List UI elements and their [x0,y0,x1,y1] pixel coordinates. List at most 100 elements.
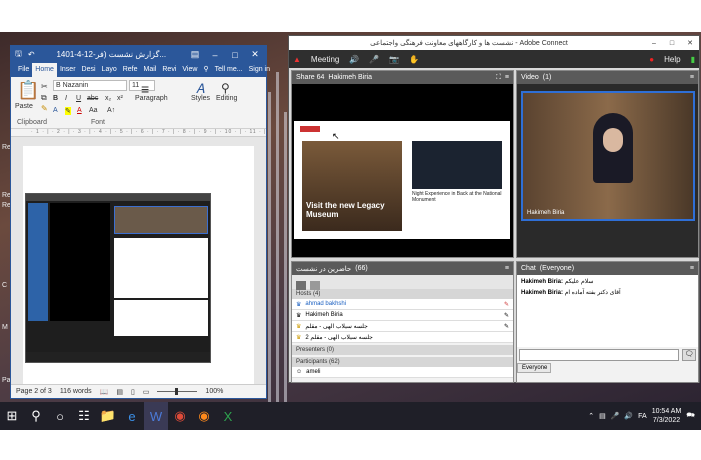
highlight-icon[interactable]: ✎ [65,107,71,115]
word-taskbar-icon[interactable]: W [144,402,168,430]
tab-design[interactable]: Desi [79,63,99,77]
shared-page-caption: Night Experience in Back at the National… [412,191,502,203]
maximize-button[interactable]: □ [663,40,681,47]
tell-me-box[interactable]: Tell me... [212,63,246,77]
format-painter-icon[interactable]: ✎ [41,104,48,113]
cut-icon[interactable]: ✂ [41,82,48,91]
page-count[interactable]: Page 2 of 3 [16,388,52,395]
chat-tab-everyone[interactable]: Everyone [517,363,551,373]
show-hidden-icons-icon[interactable]: ⌃ [588,412,594,420]
minimize-button[interactable]: – [645,40,663,47]
word-titlebar[interactable]: 🖫 ↶ 1401-4-12-گزارش نشست (فر... ▤ – □ ✕ [11,46,266,63]
volume-icon[interactable]: 🔊 [624,412,633,420]
editing-button[interactable]: Editing [216,95,237,102]
maximize-button[interactable]: □ [228,50,242,60]
file-explorer-icon[interactable]: 📁 [96,402,120,430]
paste-button[interactable]: Paste [15,103,33,110]
document-area[interactable] [11,142,266,386]
tab-layout[interactable]: Layo [99,63,120,77]
webcam-icon[interactable]: 📷 [389,55,399,64]
clipboard-icon[interactable]: 📋 [17,80,39,101]
tab-view[interactable]: View [179,63,200,77]
record-indicator-icon[interactable]: ● [649,55,654,64]
font-color-icon[interactable]: A [77,107,82,114]
tab-references[interactable]: Refe [120,63,141,77]
attendee-row[interactable]: ♛ Hakimeh Biria ✎ [292,310,513,321]
desktop-icon-label[interactable]: M [2,324,8,331]
cortana-icon[interactable]: ○ [48,402,72,430]
pod-menu-icon[interactable]: ≡ [505,74,509,81]
font-name-select[interactable]: B Nazanin [53,80,127,91]
ribbon-display-icon[interactable]: ▤ [188,49,202,60]
tab-home[interactable]: Home [32,63,57,77]
status-view-icon[interactable] [310,281,321,290]
pod-menu-icon[interactable]: ≡ [505,265,509,272]
excel-icon[interactable]: X [216,402,240,430]
copy-icon[interactable]: ⧉ [41,93,47,103]
word-count[interactable]: 116 words [60,388,92,395]
minimize-button[interactable]: – [208,50,222,60]
chat-input[interactable] [519,349,679,361]
hosts-group-header[interactable]: Hosts (4) [292,289,513,299]
speaker-icon[interactable]: 🔊 [349,55,359,64]
subscript-button[interactable]: x₂ [105,95,111,102]
shared-web-page[interactable]: Visit the new Legacy Museum Night Experi… [294,121,510,239]
clock[interactable]: 10:54 AM 7/3/2022 [652,407,682,425]
undo-icon[interactable]: ↶ [28,50,35,59]
zoom-level[interactable]: 100% [205,388,223,395]
chrome-icon[interactable]: ◉ [168,402,192,430]
notification-icon[interactable]: 🗪 [686,411,695,422]
meeting-menu[interactable]: Meeting [311,55,339,64]
search-icon[interactable]: ⚲ [24,402,48,430]
tab-mailings[interactable]: Mail [141,63,160,77]
task-view-icon[interactable]: ☷ [72,402,96,430]
mic-icon[interactable]: 🎤 [611,412,620,420]
ac-titlebar[interactable]: نشست ها و کارگاههای معاونت فرهنگی واجتما… [289,36,699,50]
underline-button[interactable]: U [76,95,81,102]
microphone-icon[interactable]: 🎤 [369,55,379,64]
help-menu[interactable]: Help [664,55,680,64]
fullscreen-icon[interactable]: ⛶ [496,74,501,82]
tab-insert[interactable]: Inser [57,63,79,77]
web-layout-icon[interactable]: ▭ [143,388,150,396]
network-icon[interactable]: ▤ [599,412,606,420]
language-indicator[interactable]: FA [638,413,647,420]
read-mode-icon[interactable]: ▤ [116,388,123,396]
raise-hand-icon[interactable]: ✋ [409,55,419,64]
presenters-group-header[interactable]: Presenters (0) [292,345,513,355]
close-button[interactable]: ✕ [681,39,699,47]
find-icon[interactable]: ⚲ [221,81,230,95]
sign-in-link[interactable]: Sign in [246,63,273,77]
save-icon[interactable]: 🖫 [15,48,22,62]
participants-group-header[interactable]: Participants (62) [292,357,513,367]
pod-menu-icon[interactable]: ≡ [690,265,694,272]
italic-button[interactable]: I [65,95,67,102]
grow-font-icon[interactable]: A↑ [107,107,115,114]
attendee-row[interactable]: ♛ جلسه سیلاب الهی - مقلم 2 [292,332,513,343]
send-message-icon[interactable]: 🗨 [682,349,696,361]
change-case-icon[interactable]: Aa [89,107,98,114]
list-view-icon[interactable] [296,281,306,290]
tab-review[interactable]: Revi [159,63,179,77]
text-effects-icon[interactable]: A [53,107,58,114]
webcam-feed[interactable]: Hakimeh Biria [521,91,695,221]
desktop-icon-label[interactable]: C [2,282,7,289]
attendee-row[interactable]: ☺ ameli [292,367,513,378]
paragraph-button[interactable]: Paragraph [135,95,168,102]
document-page[interactable] [23,146,254,386]
proofing-icon[interactable]: 📖 [100,388,109,396]
tab-file[interactable]: File [15,63,32,77]
print-layout-icon[interactable]: ▯ [131,388,135,396]
close-button[interactable]: ✕ [248,49,262,60]
superscript-button[interactable]: x² [117,95,123,102]
attendee-row[interactable]: ♛ ahmad bakhshi ✎ [292,299,513,310]
zoom-slider[interactable] [157,388,198,395]
styles-button[interactable]: Styles [191,95,210,102]
pod-menu-icon[interactable]: ≡ [690,74,694,81]
strikethrough-button[interactable]: abc [87,95,98,102]
firefox-icon[interactable]: ◉ [192,402,216,430]
attendee-row[interactable]: ♛ جلسه سیلاب الهی - مقلم ✎ [292,321,513,332]
start-icon[interactable]: ⊞ [0,402,24,430]
edge-icon[interactable]: e [120,402,144,430]
bold-button[interactable]: B [53,95,58,102]
